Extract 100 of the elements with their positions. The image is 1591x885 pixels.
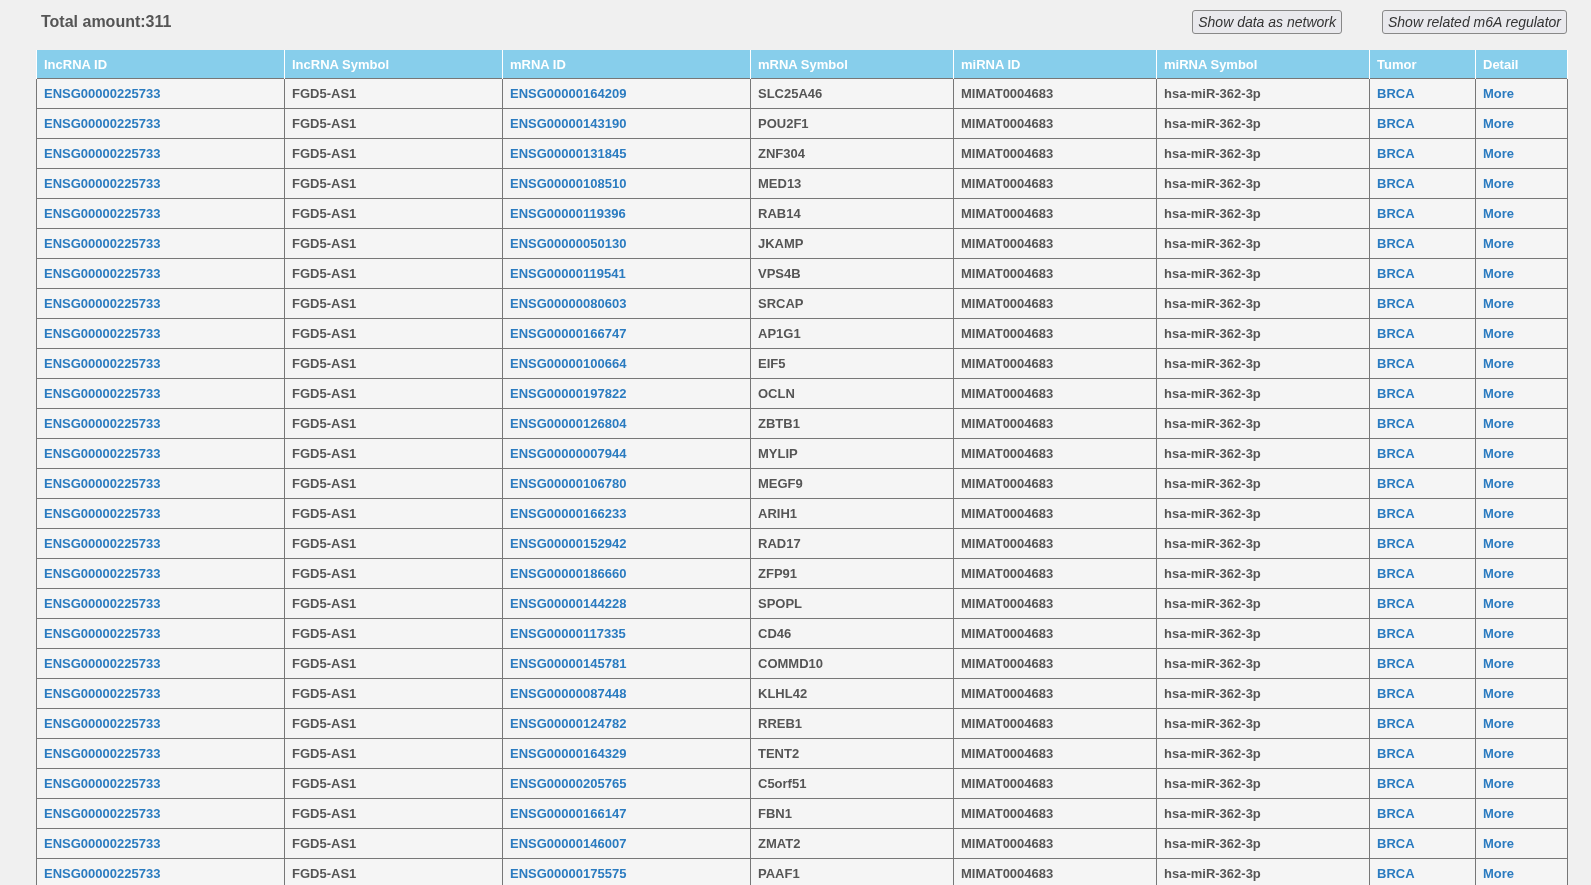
table-link[interactable]: More: [1483, 266, 1515, 281]
table-link[interactable]: More: [1483, 836, 1515, 851]
table-cell: EIF5: [758, 356, 786, 371]
table-link[interactable]: More: [1483, 86, 1515, 101]
table-cell: JKAMP: [758, 236, 804, 251]
table-cell: FGD5-AS1: [292, 866, 357, 881]
table-cell: SPOPL: [758, 596, 803, 611]
table-link[interactable]: More: [1483, 206, 1515, 221]
action-button[interactable]: Show related m6A regulator: [1381, 10, 1567, 34]
table-link[interactable]: More: [1483, 566, 1515, 581]
table-link[interactable]: More: [1483, 296, 1515, 311]
table-cell: FGD5-AS1: [292, 86, 357, 101]
table-link[interactable]: BRCA: [1377, 596, 1415, 611]
table-cell: MIMAT0004683: [961, 716, 1054, 731]
table-link[interactable]: More: [1483, 626, 1515, 641]
table-cell: hsa-miR-362-3p: [1164, 326, 1261, 341]
table-cell: FGD5-AS1: [292, 596, 357, 611]
table-cell: PAAF1: [758, 866, 800, 881]
table-link[interactable]: BRCA: [1377, 686, 1415, 701]
table-cell: ZMAT2: [758, 836, 801, 851]
column-header: miRNA ID: [953, 50, 1157, 79]
table-cell: hsa-miR-362-3p: [1164, 656, 1261, 671]
table-link[interactable]: More: [1483, 686, 1515, 701]
table-link[interactable]: BRCA: [1377, 326, 1415, 341]
table-cell: MIMAT0004683: [961, 776, 1054, 791]
table-link[interactable]: More: [1483, 446, 1515, 461]
table-cell: hsa-miR-362-3p: [1164, 146, 1261, 161]
table-link[interactable]: More: [1483, 116, 1515, 131]
table-cell: hsa-miR-362-3p: [1164, 446, 1261, 461]
table-link[interactable]: BRCA: [1377, 86, 1415, 101]
table-cell: KLHL42: [758, 686, 808, 701]
table-link[interactable]: BRCA: [1377, 866, 1415, 881]
table-cell: MIMAT0004683: [961, 806, 1054, 821]
table-cell: hsa-miR-362-3p: [1164, 566, 1261, 581]
table-link[interactable]: BRCA: [1377, 296, 1415, 311]
table-cell: MIMAT0004683: [961, 596, 1054, 611]
table-cell: MIMAT0004683: [961, 146, 1054, 161]
table-link[interactable]: More: [1483, 776, 1515, 791]
table-link[interactable]: BRCA: [1377, 206, 1415, 221]
table-cell: MIMAT0004683: [961, 206, 1054, 221]
table-cell: hsa-miR-362-3p: [1164, 476, 1261, 491]
table-link[interactable]: BRCA: [1377, 476, 1415, 491]
table-link[interactable]: More: [1483, 506, 1515, 521]
table-link[interactable]: BRCA: [1377, 806, 1415, 821]
column-header: Detail: [1475, 50, 1568, 79]
action-button[interactable]: Show data as network: [1192, 10, 1342, 34]
table-link[interactable]: More: [1483, 236, 1515, 251]
table-link[interactable]: More: [1483, 476, 1515, 491]
table-link[interactable]: More: [1483, 326, 1515, 341]
table-link[interactable]: More: [1483, 536, 1515, 551]
table-link[interactable]: More: [1483, 806, 1515, 821]
table-link[interactable]: BRCA: [1377, 146, 1415, 161]
table-cell: FGD5-AS1: [292, 716, 357, 731]
table-link[interactable]: BRCA: [1377, 116, 1415, 131]
table-link[interactable]: BRCA: [1377, 266, 1415, 281]
table-cell: MIMAT0004683: [961, 536, 1054, 551]
table-cell: hsa-miR-362-3p: [1164, 536, 1261, 551]
table-cell: hsa-miR-362-3p: [1164, 176, 1261, 191]
table-cell: SLC25A46: [758, 86, 823, 101]
table-link[interactable]: BRCA: [1377, 236, 1415, 251]
table-link[interactable]: BRCA: [1377, 386, 1415, 401]
table-link[interactable]: More: [1483, 866, 1515, 881]
table-cell: FGD5-AS1: [292, 236, 357, 251]
table-link[interactable]: BRCA: [1377, 356, 1415, 371]
total-amount: Total amount:311: [40, 13, 172, 31]
table-link[interactable]: BRCA: [1377, 506, 1415, 521]
table-link[interactable]: BRCA: [1377, 416, 1415, 431]
table-link[interactable]: More: [1483, 656, 1515, 671]
column-header: lncRNA Symbol: [284, 50, 503, 79]
table-cell: FGD5-AS1: [292, 386, 357, 401]
table-link[interactable]: More: [1483, 356, 1515, 371]
table-cell: hsa-miR-362-3p: [1164, 386, 1261, 401]
table-link[interactable]: BRCA: [1377, 776, 1415, 791]
table-link[interactable]: More: [1483, 176, 1515, 191]
table-link[interactable]: More: [1483, 146, 1515, 161]
table-link[interactable]: BRCA: [1377, 446, 1415, 461]
table-cell: FGD5-AS1: [292, 176, 357, 191]
table-link[interactable]: BRCA: [1377, 656, 1415, 671]
table-link[interactable]: More: [1483, 596, 1515, 611]
table-cell: FGD5-AS1: [292, 116, 357, 131]
table-cell: MIMAT0004683: [961, 746, 1054, 761]
table-cell: MIMAT0004683: [961, 506, 1054, 521]
table-cell: CD46: [758, 626, 792, 641]
table-link[interactable]: BRCA: [1377, 626, 1415, 641]
table-link[interactable]: BRCA: [1377, 566, 1415, 581]
table-cell: FGD5-AS1: [292, 806, 357, 821]
table-cell: MIMAT0004683: [961, 176, 1054, 191]
table-link[interactable]: More: [1483, 416, 1515, 431]
table-link[interactable]: BRCA: [1377, 836, 1415, 851]
table-link[interactable]: More: [1483, 386, 1515, 401]
table-link[interactable]: BRCA: [1377, 716, 1415, 731]
table-cell: hsa-miR-362-3p: [1164, 356, 1261, 371]
table-cell: MIMAT0004683: [961, 866, 1054, 881]
table-link[interactable]: BRCA: [1377, 536, 1415, 551]
table-link[interactable]: More: [1483, 746, 1515, 761]
table-cell: MIMAT0004683: [961, 416, 1054, 431]
table-link[interactable]: More: [1483, 716, 1515, 731]
table-cell: AP1G1: [758, 326, 801, 341]
table-link[interactable]: BRCA: [1377, 176, 1415, 191]
table-link[interactable]: BRCA: [1377, 746, 1415, 761]
